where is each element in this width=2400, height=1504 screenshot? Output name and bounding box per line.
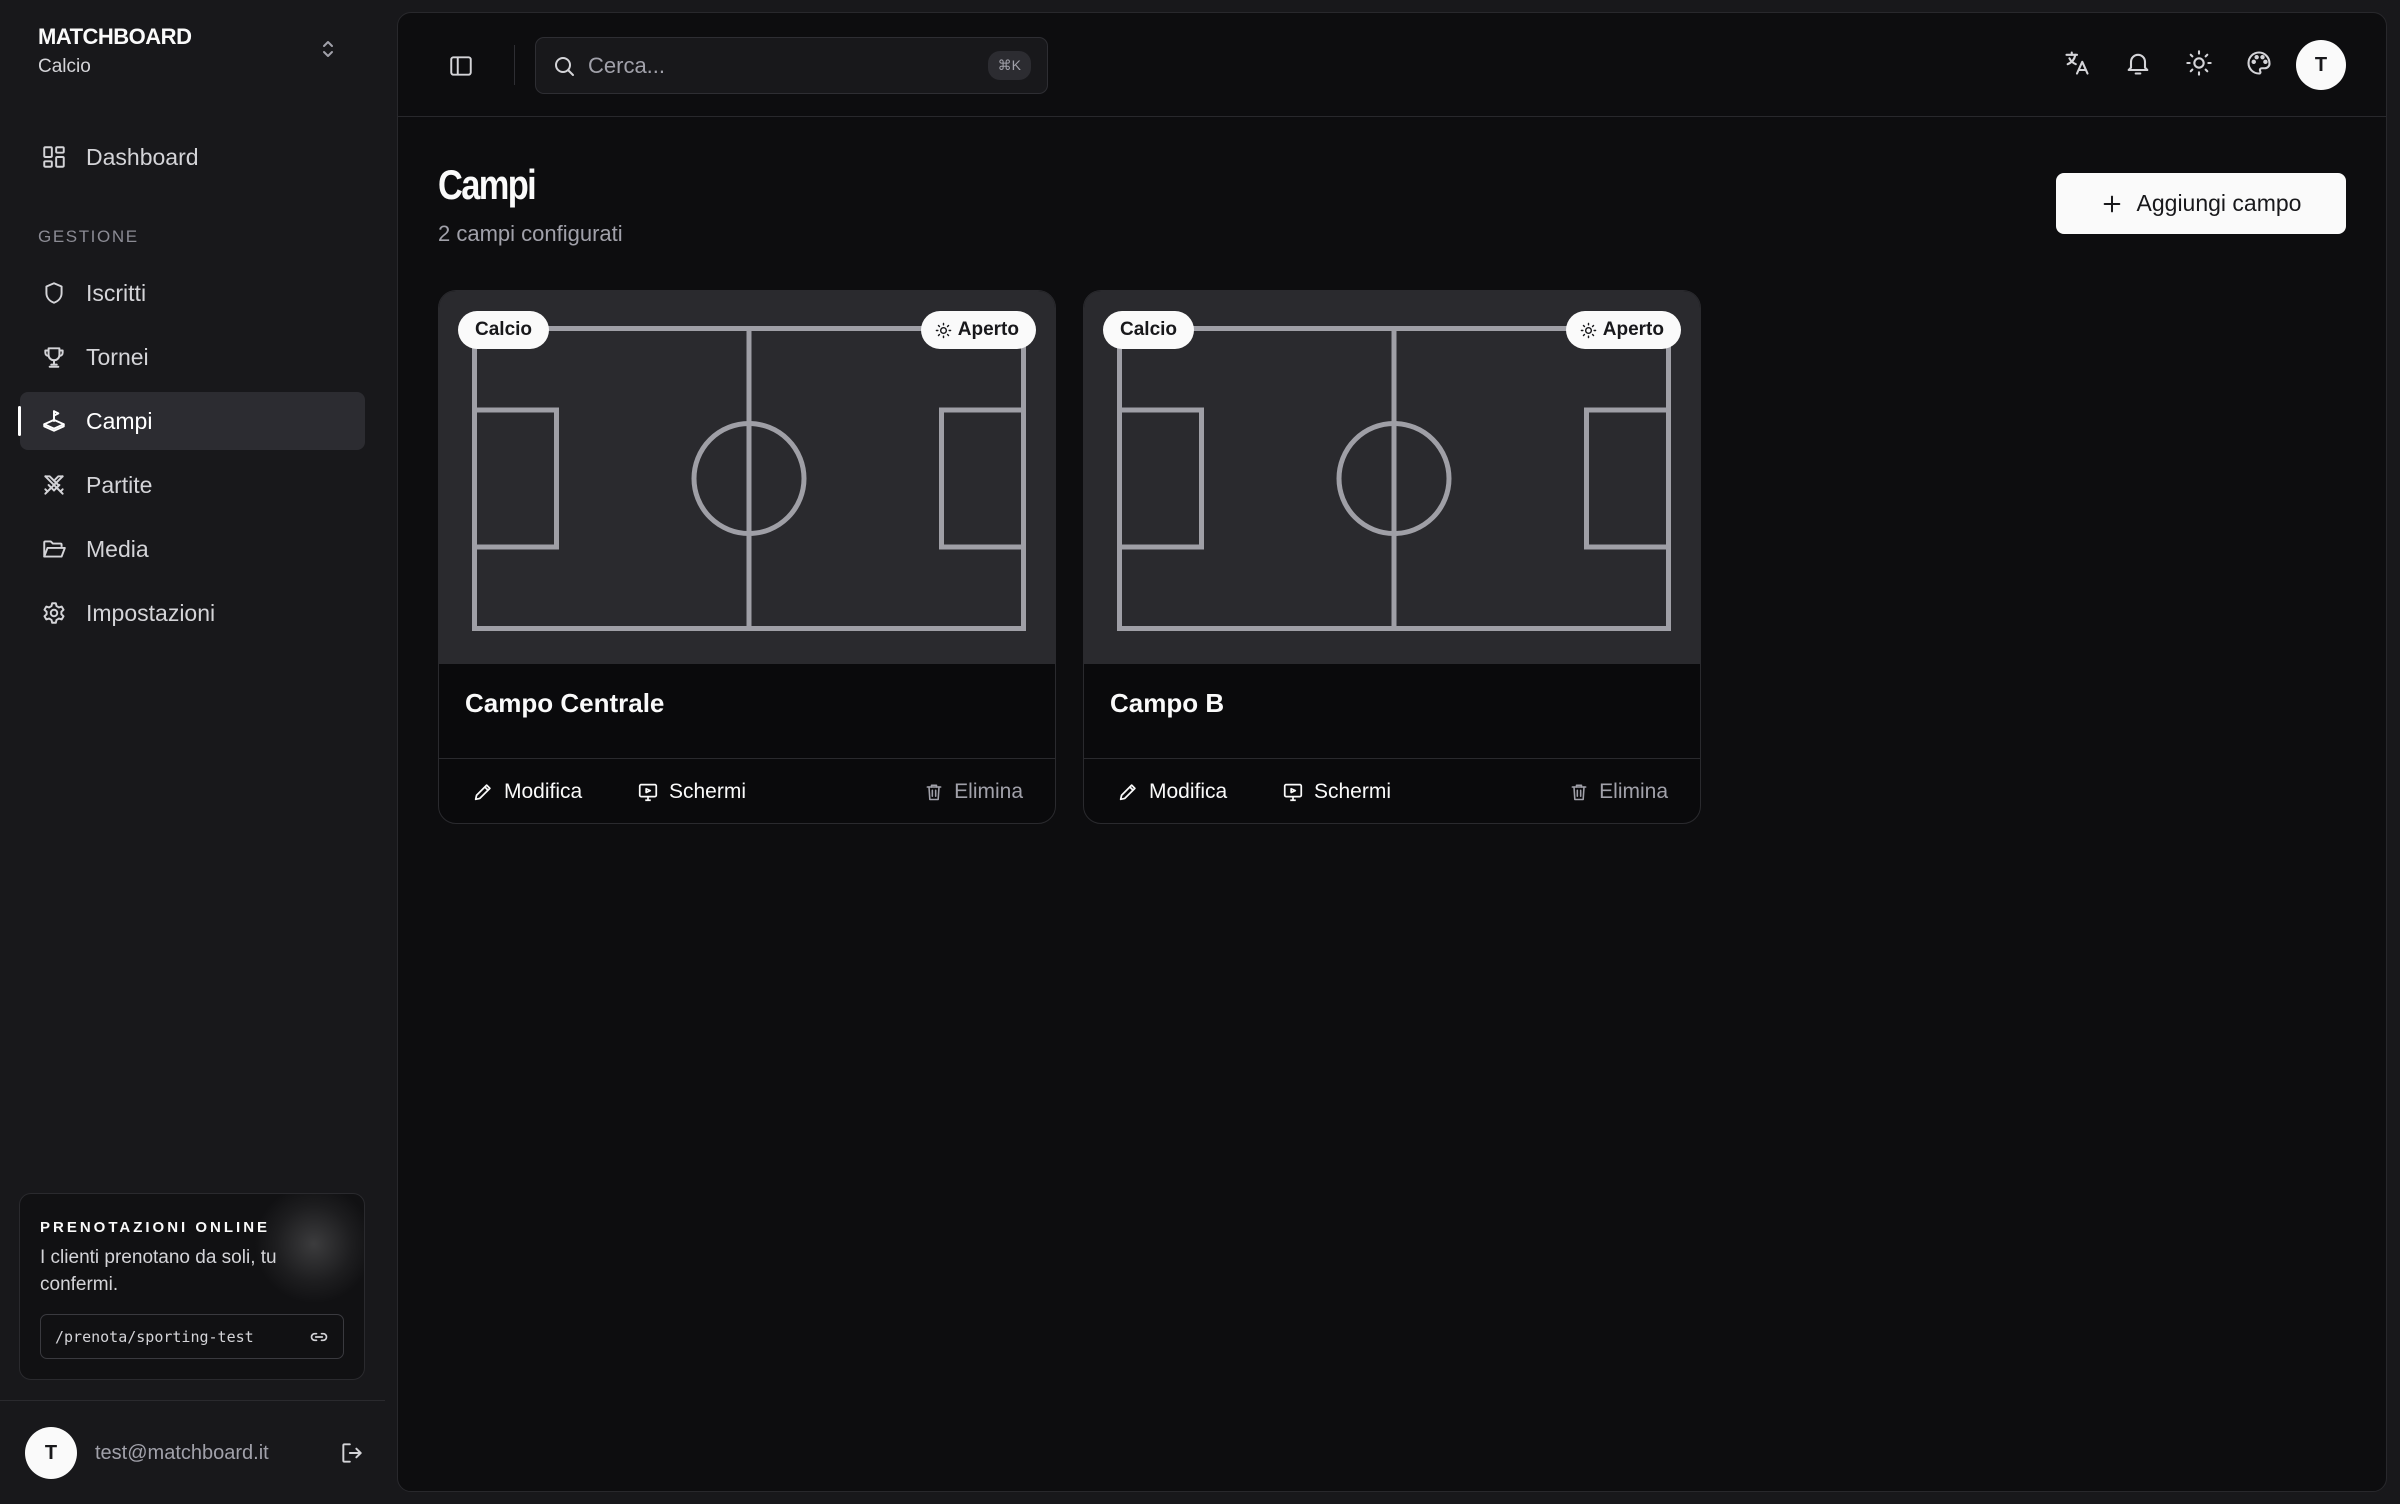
promo-text: I clienti prenotano da soli, tu confermi… bbox=[40, 1247, 277, 1295]
booking-link-url: /prenota/sporting-test bbox=[55, 1327, 254, 1346]
brand[interactable]: MATCHBOARD Calcio bbox=[38, 24, 192, 78]
booking-link-field[interactable]: /prenota/sporting-test bbox=[40, 1314, 344, 1359]
field-name: Campo Centrale bbox=[465, 688, 665, 718]
sidebar-item-label: Dashboard bbox=[86, 143, 199, 170]
sidebar-item-partite[interactable]: Partite bbox=[20, 456, 365, 514]
search-input[interactable] bbox=[588, 52, 988, 79]
link-icon[interactable] bbox=[309, 1327, 329, 1347]
brand-sport: Calcio bbox=[38, 56, 91, 77]
card-actions: Modifica Schermi Elimina bbox=[439, 759, 1055, 823]
topbar: ⌘K T bbox=[398, 13, 2386, 117]
settings-icon bbox=[20, 600, 84, 626]
field-icon bbox=[20, 408, 84, 434]
online-booking-card: PRENOTAZIONI ONLINE I clienti prenotano … bbox=[19, 1193, 365, 1380]
sidebar-item-label: Media bbox=[86, 535, 149, 562]
page-subtitle: 2 campi configurati bbox=[438, 221, 623, 246]
sun-icon bbox=[935, 322, 952, 339]
edit-button[interactable]: Modifica bbox=[1117, 759, 1228, 823]
sport-badge: Calcio bbox=[458, 311, 550, 349]
status-label: Aperto bbox=[1602, 319, 1664, 340]
delete-label: Elimina bbox=[954, 779, 1023, 803]
sidebar-item-label: Campi bbox=[86, 407, 153, 434]
trash-icon bbox=[1569, 781, 1589, 803]
screens-label: Schermi bbox=[1314, 779, 1392, 803]
plus-icon bbox=[2101, 193, 2123, 215]
sidebar: MATCHBOARD Calcio Dashboard GESTIONE Isc… bbox=[0, 0, 388, 1504]
sidebar-item-label: Partite bbox=[86, 471, 153, 498]
monitor-icon bbox=[637, 781, 659, 803]
screens-label: Schermi bbox=[669, 779, 747, 803]
sidebar-item-dashboard[interactable]: Dashboard bbox=[20, 128, 365, 186]
screens-button[interactable]: Schermi bbox=[1282, 759, 1392, 823]
swords-icon bbox=[20, 472, 84, 498]
sport-badge: Calcio bbox=[1103, 311, 1195, 349]
avatar[interactable]: T bbox=[2296, 40, 2346, 90]
shortcut-badge: ⌘K bbox=[987, 51, 1031, 80]
section-label-gestione: GESTIONE bbox=[38, 227, 139, 246]
edit-label: Modifica bbox=[1149, 779, 1228, 803]
translate-icon[interactable] bbox=[2063, 49, 2091, 77]
search-box[interactable]: ⌘K bbox=[535, 37, 1048, 94]
field-card[interactable]: Calcio Aperto Campo B Modifica Schermi E… bbox=[1083, 290, 1701, 824]
monitor-icon bbox=[1282, 781, 1304, 803]
brand-name: MATCHBOARD bbox=[38, 24, 192, 49]
shield-icon bbox=[20, 280, 84, 306]
main-panel: ⌘K T Ca bbox=[397, 12, 2387, 1492]
sidebar-item-iscritti[interactable]: Iscritti bbox=[20, 264, 365, 322]
edit-label: Modifica bbox=[504, 779, 583, 803]
trash-icon bbox=[924, 781, 944, 803]
trophy-icon bbox=[20, 344, 84, 370]
status-label: Aperto bbox=[957, 319, 1019, 340]
delete-button[interactable]: Elimina bbox=[924, 759, 1023, 823]
screens-button[interactable]: Schermi bbox=[637, 759, 747, 823]
promo-title: PRENOTAZIONI ONLINE bbox=[40, 1219, 271, 1236]
delete-label: Elimina bbox=[1599, 779, 1668, 803]
card-actions: Modifica Schermi Elimina bbox=[1084, 759, 1700, 823]
add-field-button[interactable]: Aggiungi campo bbox=[2056, 173, 2346, 234]
edit-button[interactable]: Modifica bbox=[472, 759, 583, 823]
sun-icon bbox=[1580, 322, 1597, 339]
soccer-pitch-icon bbox=[472, 326, 1026, 631]
sidebar-toggle-icon[interactable] bbox=[448, 53, 474, 79]
soccer-pitch-icon bbox=[1117, 326, 1671, 631]
avatar[interactable]: T bbox=[25, 1427, 77, 1479]
sidebar-item-label: Iscritti bbox=[86, 279, 147, 306]
sun-icon[interactable] bbox=[2185, 49, 2213, 77]
field-preview: Calcio Aperto bbox=[439, 291, 1055, 664]
search-icon bbox=[552, 54, 576, 78]
sidebar-item-campi[interactable]: Campi bbox=[18, 392, 365, 450]
sidebar-item-tornei[interactable]: Tornei bbox=[20, 328, 365, 386]
chevron-up-down-icon[interactable] bbox=[320, 38, 336, 60]
sidebar-item-label: Impostazioni bbox=[86, 599, 216, 626]
field-card[interactable]: Calcio Aperto Campo Centrale Modifica Sc… bbox=[438, 290, 1056, 824]
status-badge: Aperto bbox=[1565, 311, 1681, 349]
sidebar-item-impostazioni[interactable]: Impostazioni bbox=[20, 584, 365, 642]
add-field-label: Aggiungi campo bbox=[2136, 190, 2302, 216]
sidebar-item-media[interactable]: Media bbox=[20, 520, 365, 578]
field-preview: Calcio Aperto bbox=[1084, 291, 1700, 664]
palette-icon[interactable] bbox=[2245, 49, 2273, 77]
pencil-icon bbox=[472, 781, 494, 803]
sidebar-item-label: Tornei bbox=[86, 343, 149, 370]
pencil-icon bbox=[1117, 781, 1139, 803]
field-name: Campo B bbox=[1110, 688, 1225, 718]
bell-icon[interactable] bbox=[2124, 49, 2152, 77]
page-title: Campi bbox=[438, 161, 537, 208]
dashboard-icon bbox=[20, 144, 84, 170]
logout-icon[interactable] bbox=[339, 1440, 365, 1466]
delete-button[interactable]: Elimina bbox=[1569, 759, 1668, 823]
toolbar-divider bbox=[514, 45, 515, 85]
user-menu: T test@matchboard.it bbox=[25, 1427, 365, 1479]
folder-open-icon bbox=[20, 536, 84, 562]
sidebar-divider bbox=[0, 1400, 385, 1401]
user-email: test@matchboard.it bbox=[95, 1441, 269, 1464]
status-badge: Aperto bbox=[920, 311, 1036, 349]
